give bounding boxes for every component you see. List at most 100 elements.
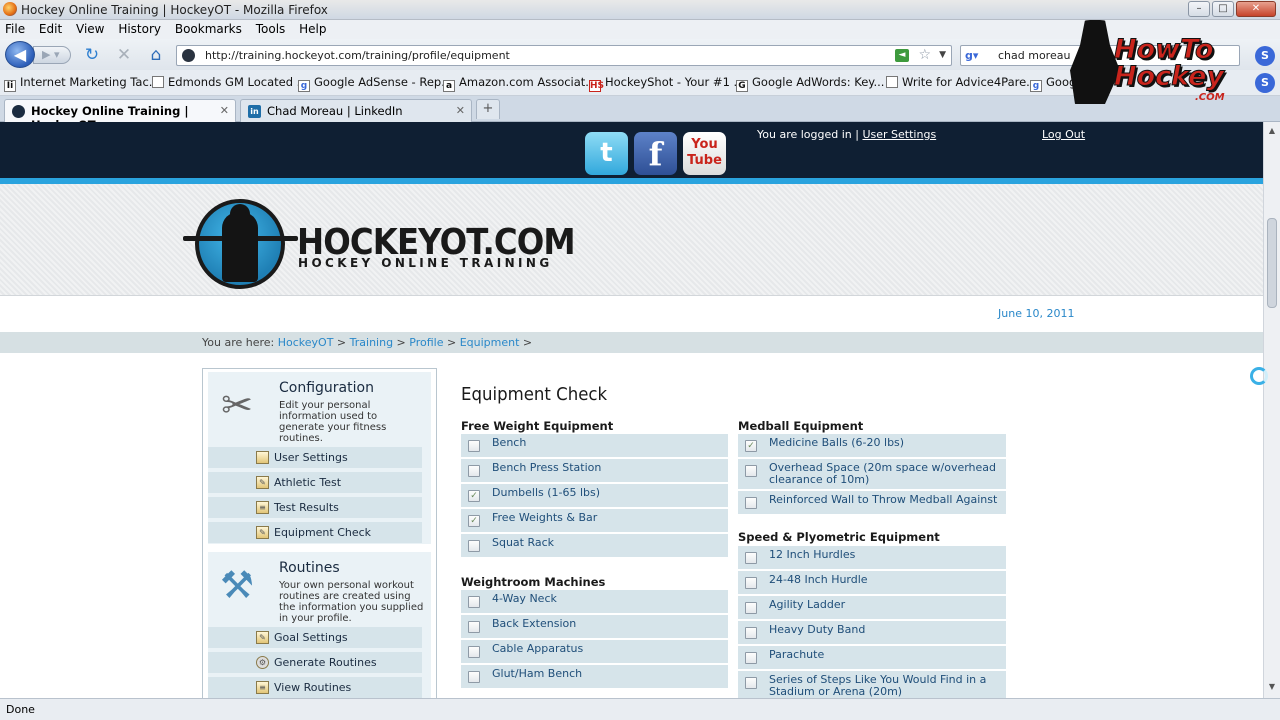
- breadcrumb-hockeyot[interactable]: HockeyOT: [278, 336, 334, 349]
- equipment-row[interactable]: Bench: [461, 434, 728, 457]
- equipment-row[interactable]: 12 Inch Hurdles: [738, 546, 1006, 569]
- rss-icon[interactable]: ◄: [895, 49, 909, 62]
- equipment-checkbox[interactable]: [745, 627, 757, 639]
- weightroom-heading: Weightroom Machines: [461, 575, 606, 589]
- equipment-row[interactable]: 4-Way Neck: [461, 590, 728, 613]
- scroll-thumb[interactable]: [1267, 218, 1277, 308]
- url-dropdown-icon[interactable]: ▼: [939, 50, 946, 60]
- logout-link[interactable]: Log Out: [1042, 128, 1085, 141]
- equipment-row[interactable]: Parachute: [738, 646, 1006, 669]
- equipment-row[interactable]: Glut/Ham Bench: [461, 665, 728, 688]
- equipment-checkbox[interactable]: [745, 602, 757, 614]
- sidebar-item-view-routines[interactable]: ≡ View Routines: [208, 677, 422, 698]
- equipment-checkbox[interactable]: [468, 465, 480, 477]
- sidebar-item-test-results[interactable]: ≡ Test Results: [208, 497, 422, 518]
- home-icon[interactable]: ⌂: [146, 45, 166, 65]
- equipment-row[interactable]: ✓ Dumbells (1-65 lbs): [461, 484, 728, 507]
- equipment-checkbox[interactable]: [468, 596, 480, 608]
- tab-linkedin[interactable]: in Chad Moreau | LinkedIn ✕: [240, 99, 472, 122]
- facebook-icon[interactable]: f: [634, 132, 677, 175]
- configuration-desc: Edit your personal information used to g…: [279, 400, 387, 444]
- menu-edit[interactable]: Edit: [34, 20, 67, 36]
- sidebar-item-athletic-test[interactable]: ✎ Athletic Test: [208, 472, 422, 493]
- skype-icon[interactable]: S: [1255, 73, 1275, 93]
- equipment-checkbox[interactable]: [468, 540, 480, 552]
- equipment-row[interactable]: Overhead Space (20m space w/overhead cle…: [738, 459, 1006, 489]
- site-identity-icon[interactable]: [182, 49, 195, 62]
- menu-view[interactable]: View: [71, 20, 109, 36]
- tab-hockeyot[interactable]: Hockey Online Training | HockeyOT ✕: [4, 99, 236, 132]
- bookmark-item[interactable]: HSHockeyShot - Your #1 ...: [589, 75, 745, 92]
- bookmark-icon: [886, 76, 898, 88]
- equipment-checkbox[interactable]: [745, 497, 757, 509]
- equipment-checkbox[interactable]: [468, 621, 480, 633]
- equipment-checkbox[interactable]: [468, 671, 480, 683]
- equipment-row[interactable]: ✓ Medicine Balls (6-20 lbs): [738, 434, 1006, 457]
- bookmark-star-icon[interactable]: ☆: [918, 47, 931, 63]
- page-title: Equipment Check: [461, 384, 608, 405]
- sidebar-item-equipment-check[interactable]: ✎ Equipment Check: [208, 522, 422, 543]
- skype-icon[interactable]: S: [1255, 46, 1275, 66]
- tab-close-icon[interactable]: ✕: [220, 104, 229, 117]
- tab-label: Chad Moreau | LinkedIn: [267, 104, 403, 118]
- menu-help[interactable]: Help: [294, 20, 331, 36]
- equipment-row[interactable]: Heavy Duty Band: [738, 621, 1006, 644]
- equipment-row[interactable]: Squat Rack: [461, 534, 728, 557]
- equipment-checkbox[interactable]: [745, 652, 757, 664]
- scroll-up-icon[interactable]: ▲: [1266, 126, 1278, 138]
- equipment-row[interactable]: 24-48 Inch Hurdle: [738, 571, 1006, 594]
- breadcrumb-profile[interactable]: Profile: [409, 336, 443, 349]
- equipment-row[interactable]: Series of Steps Like You Would Find in a…: [738, 671, 1006, 698]
- bookmark-item[interactable]: g Google AdSense - Rep...: [298, 75, 452, 92]
- breadcrumb-equipment[interactable]: Equipment: [460, 336, 520, 349]
- bookmark-item[interactable]: Edmonds GM Located ...: [152, 75, 308, 89]
- equipment-checkbox[interactable]: [745, 677, 757, 689]
- new-tab-button[interactable]: +: [476, 99, 500, 119]
- bookmark-item[interactable]: a Amazon.com Associat...: [443, 75, 596, 92]
- twitter-icon[interactable]: t: [585, 132, 628, 175]
- watermark-text: HowTo Hockey: [1114, 34, 1225, 92]
- breadcrumb-training[interactable]: Training: [350, 336, 393, 349]
- sidebar-item-generate-routines[interactable]: ⚙ Generate Routines: [208, 652, 422, 673]
- bookmark-item[interactable]: G Google AdWords: Key...: [736, 75, 884, 92]
- bookmark-item[interactable]: Ii Internet Marketing Tac...: [4, 75, 160, 92]
- equipment-checkbox[interactable]: [468, 440, 480, 452]
- user-settings-link[interactable]: User Settings: [862, 128, 936, 141]
- equipment-checkbox[interactable]: ✓: [468, 490, 480, 502]
- equipment-row[interactable]: Bench Press Station: [461, 459, 728, 482]
- equipment-row[interactable]: Back Extension: [461, 615, 728, 638]
- url-text[interactable]: http://training.hockeyot.com/training/pr…: [205, 49, 510, 62]
- reload-icon[interactable]: ↻: [82, 45, 102, 65]
- equipment-checkbox[interactable]: [745, 552, 757, 564]
- menu-bookmarks[interactable]: Bookmarks: [170, 20, 247, 36]
- sidebar-item-goal-settings[interactable]: ✎ Goal Settings: [208, 627, 422, 648]
- stop-icon[interactable]: ✕: [114, 45, 134, 65]
- back-button[interactable]: ◀: [5, 41, 35, 68]
- maximize-button[interactable]: □: [1212, 1, 1234, 17]
- bookmark-item[interactable]: Write for Advice4Pare...: [886, 75, 1037, 89]
- menu-tools[interactable]: Tools: [251, 20, 291, 36]
- scroll-down-icon[interactable]: ▼: [1266, 682, 1278, 694]
- equipment-checkbox[interactable]: [745, 577, 757, 589]
- minimize-button[interactable]: –: [1188, 1, 1210, 17]
- url-bar[interactable]: http://training.hockeyot.com/training/pr…: [176, 45, 952, 66]
- equipment-row[interactable]: Cable Apparatus: [461, 640, 728, 663]
- menu-file[interactable]: File: [0, 20, 30, 36]
- equipment-row[interactable]: ✓ Free Weights & Bar: [461, 509, 728, 532]
- google-search-icon[interactable]: g▾: [965, 49, 979, 63]
- tab-close-icon[interactable]: ✕: [456, 104, 465, 117]
- equipment-checkbox[interactable]: [745, 465, 757, 477]
- search-input[interactable]: chad moreau: [998, 49, 1070, 62]
- menu-history[interactable]: History: [113, 20, 166, 36]
- forward-button[interactable]: ▶ ▾: [33, 46, 71, 64]
- sidebar-item-user-settings[interactable]: User Settings: [208, 447, 422, 468]
- dumbbell-icon: ⚒: [219, 563, 255, 607]
- equipment-row[interactable]: Agility Ladder: [738, 596, 1006, 619]
- equipment-checkbox[interactable]: ✓: [468, 515, 480, 527]
- equipment-row[interactable]: Reinforced Wall to Throw Medball Against: [738, 491, 1006, 514]
- vertical-scrollbar[interactable]: ▲ ▼: [1263, 122, 1280, 698]
- equipment-checkbox[interactable]: [468, 646, 480, 658]
- equipment-checkbox[interactable]: ✓: [745, 440, 757, 452]
- close-button[interactable]: ✕: [1236, 1, 1276, 17]
- youtube-icon[interactable]: You Tube: [683, 132, 726, 175]
